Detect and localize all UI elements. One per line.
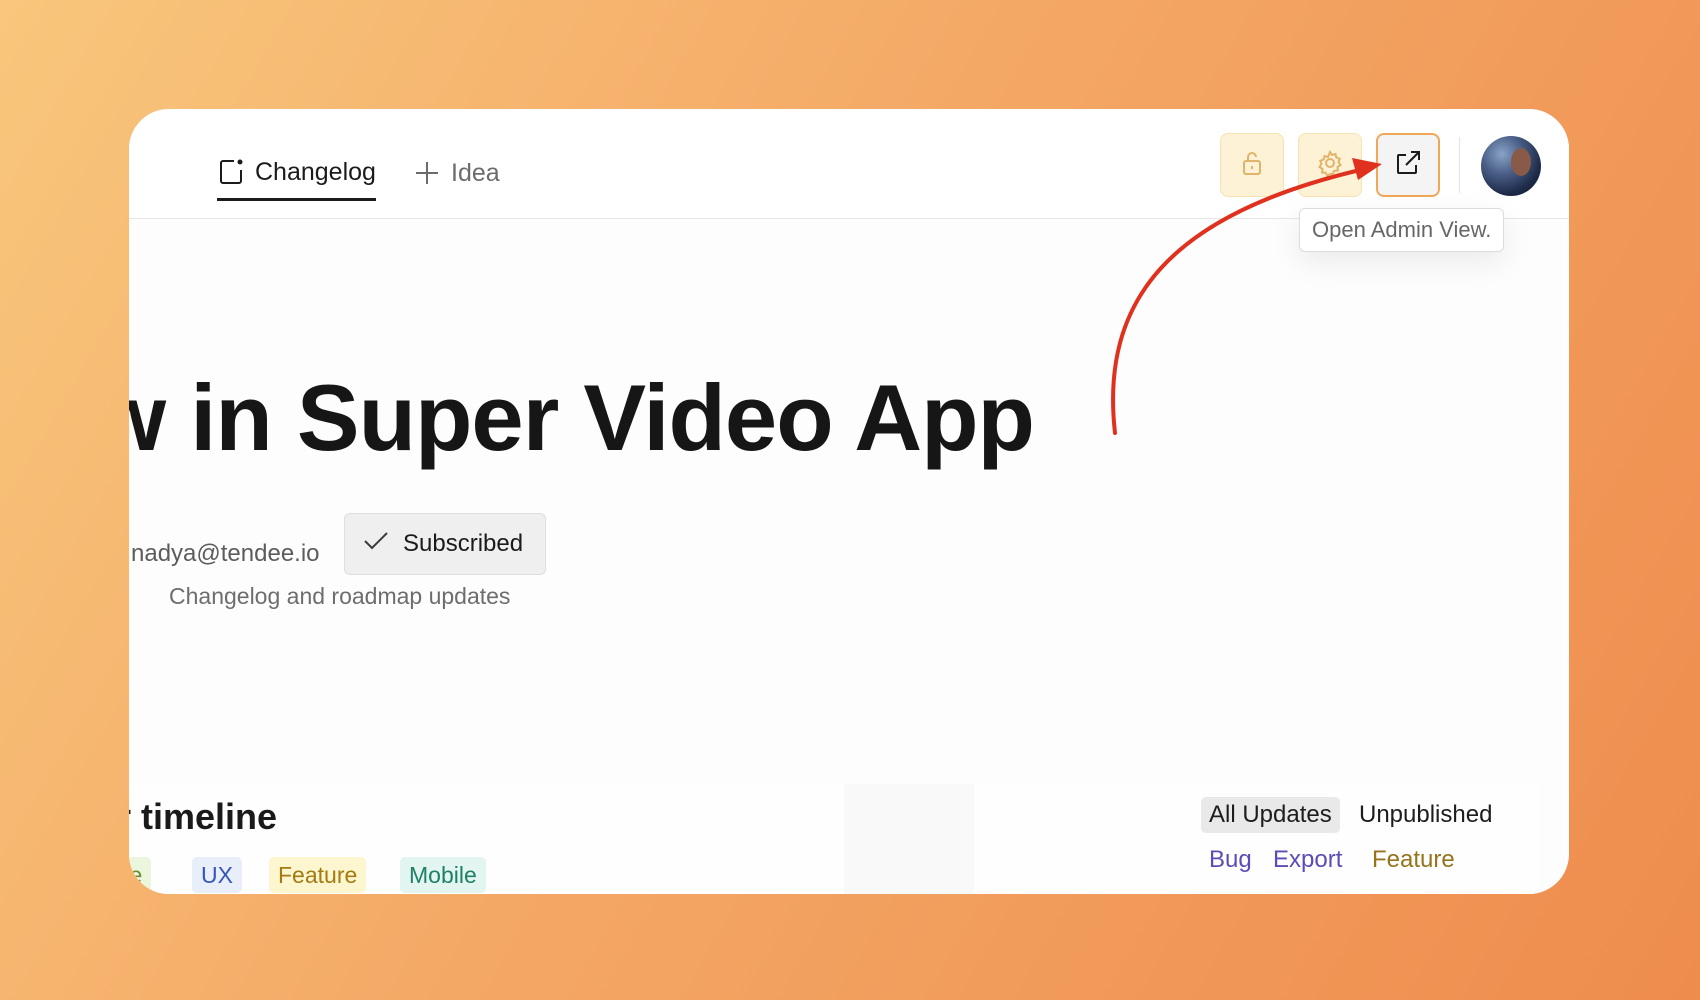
avatar-face bbox=[1511, 148, 1531, 176]
tab-idea[interactable]: Idea bbox=[413, 145, 500, 201]
check-icon bbox=[363, 530, 389, 558]
tab-changelog[interactable]: Changelog bbox=[217, 145, 376, 201]
settings-button[interactable] bbox=[1298, 133, 1362, 197]
timeline-divider-shade bbox=[844, 784, 974, 894]
changelog-icon bbox=[217, 158, 245, 186]
filter-all-updates[interactable]: All Updates bbox=[1201, 797, 1340, 833]
open-admin-view-button[interactable] bbox=[1376, 133, 1440, 197]
filter-tag-feature[interactable]: Feature bbox=[1372, 842, 1455, 878]
tooltip: Open Admin View. bbox=[1299, 208, 1505, 252]
gear-icon bbox=[1316, 149, 1344, 182]
unlock-icon bbox=[1239, 150, 1265, 181]
lock-button[interactable] bbox=[1220, 133, 1284, 197]
filter-tag-export[interactable]: Export bbox=[1273, 842, 1342, 878]
page-title: w in Super Video App bbox=[129, 365, 1035, 470]
tag-ce[interactable]: ce bbox=[129, 857, 152, 893]
external-link-icon bbox=[1394, 149, 1422, 182]
tab-changelog-label: Changelog bbox=[255, 157, 376, 186]
subscriber-email: nadya@tendee.io bbox=[131, 540, 320, 567]
timeline-title: r timeline bbox=[129, 796, 278, 837]
subscribed-label: Subscribed bbox=[403, 530, 524, 557]
tag-mobile[interactable]: Mobile bbox=[400, 857, 486, 893]
app-window: Changelog Idea Open Admin View. w in Sup… bbox=[129, 109, 1569, 894]
tag-ux[interactable]: UX bbox=[192, 857, 242, 893]
avatar[interactable] bbox=[1481, 136, 1541, 196]
toolbar-divider bbox=[1459, 137, 1460, 193]
filter-tag-bug[interactable]: Bug bbox=[1209, 842, 1252, 878]
tag-feature[interactable]: Feature bbox=[269, 857, 367, 893]
subscription-note: Changelog and roadmap updates bbox=[169, 583, 511, 609]
filter-unpublished[interactable]: Unpublished bbox=[1351, 797, 1500, 833]
top-bar: Changelog Idea bbox=[129, 109, 1569, 219]
plus-icon bbox=[413, 159, 441, 187]
tab-idea-label: Idea bbox=[451, 159, 500, 187]
subscribed-button[interactable]: Subscribed bbox=[344, 513, 546, 575]
